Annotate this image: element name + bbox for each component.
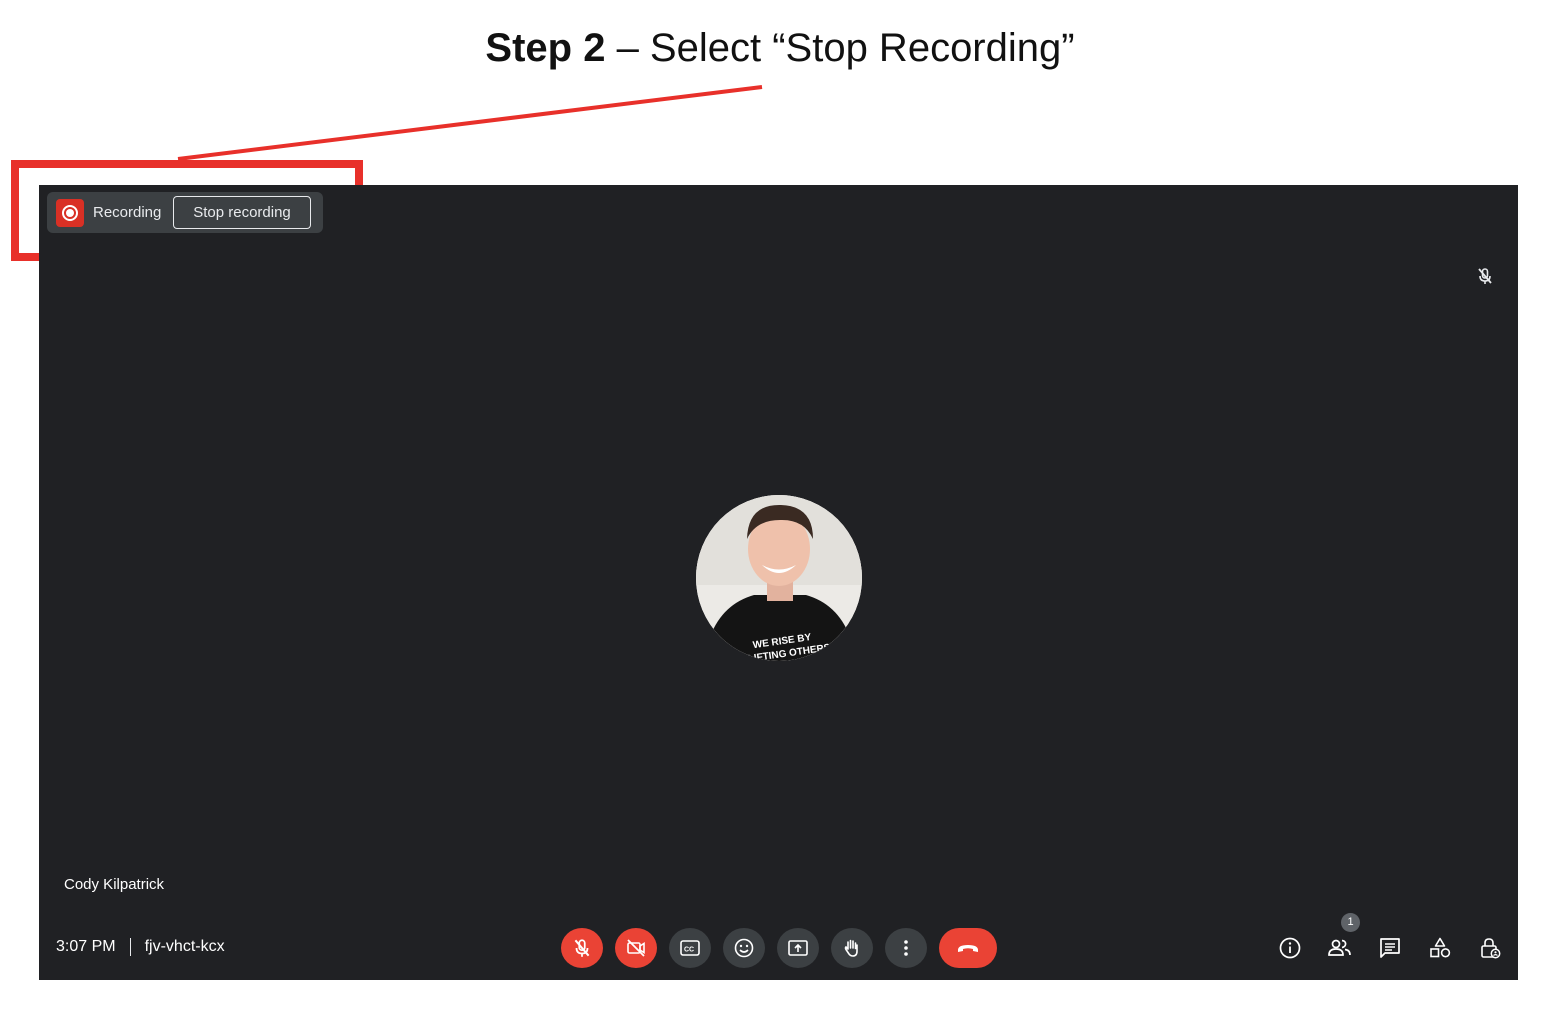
instruction-text: – Select “Stop Recording” — [605, 26, 1075, 70]
people-count-badge: 1 — [1341, 913, 1360, 932]
leave-call-button[interactable] — [939, 928, 997, 968]
stop-recording-button[interactable]: Stop recording — [173, 196, 311, 229]
activities-icon — [1430, 937, 1451, 958]
host-controls-button[interactable] — [1477, 935, 1503, 961]
more-options-icon — [904, 940, 908, 956]
captions-icon: CC — [680, 940, 700, 956]
chat-icon — [1380, 938, 1400, 958]
recording-icon — [56, 199, 84, 227]
people-icon — [1328, 939, 1351, 956]
mic-toggle-button[interactable] — [561, 928, 603, 968]
meeting-details: 3:07 PM fjv-vhct-kcx — [56, 938, 225, 956]
captions-button[interactable]: CC — [669, 928, 711, 968]
current-time: 3:07 PM — [56, 938, 116, 955]
instruction-step: Step 2 — [485, 26, 606, 70]
present-icon — [788, 940, 808, 956]
people-button[interactable] — [1327, 935, 1353, 961]
recording-indicator: Recording Stop recording — [47, 192, 323, 233]
camera-toggle-button[interactable] — [615, 928, 657, 968]
meeting-code[interactable]: fjv-vhct-kcx — [145, 938, 225, 956]
svg-text:CC: CC — [684, 947, 694, 954]
emoji-icon — [734, 938, 754, 958]
camera-off-icon — [627, 939, 645, 957]
participant-name: Cody Kilpatrick — [64, 876, 165, 893]
instruction-heading: Step 2 – Select “Stop Recording” — [0, 26, 1560, 71]
raise-hand-button[interactable] — [831, 928, 873, 968]
participant-muted-icon — [1478, 268, 1492, 284]
divider — [129, 938, 131, 956]
chat-button[interactable] — [1377, 935, 1403, 961]
leave-call-icon — [958, 945, 978, 952]
more-options-button[interactable] — [885, 928, 927, 968]
mic-off-icon — [574, 939, 590, 957]
pointer-line — [177, 85, 763, 161]
activities-button[interactable] — [1427, 935, 1453, 961]
reactions-button[interactable] — [723, 928, 765, 968]
meeting-window: Recording Stop recording WE RISE BY LIFT… — [39, 185, 1518, 980]
host-controls-icon — [1481, 938, 1501, 959]
raise-hand-icon — [844, 939, 858, 957]
present-button[interactable] — [777, 928, 819, 968]
meeting-details-button[interactable] — [1277, 935, 1303, 961]
participant-avatar: WE RISE BY LIFTING OTHERS — [696, 495, 862, 661]
info-icon — [1279, 937, 1301, 959]
recording-label: Recording — [93, 204, 162, 221]
